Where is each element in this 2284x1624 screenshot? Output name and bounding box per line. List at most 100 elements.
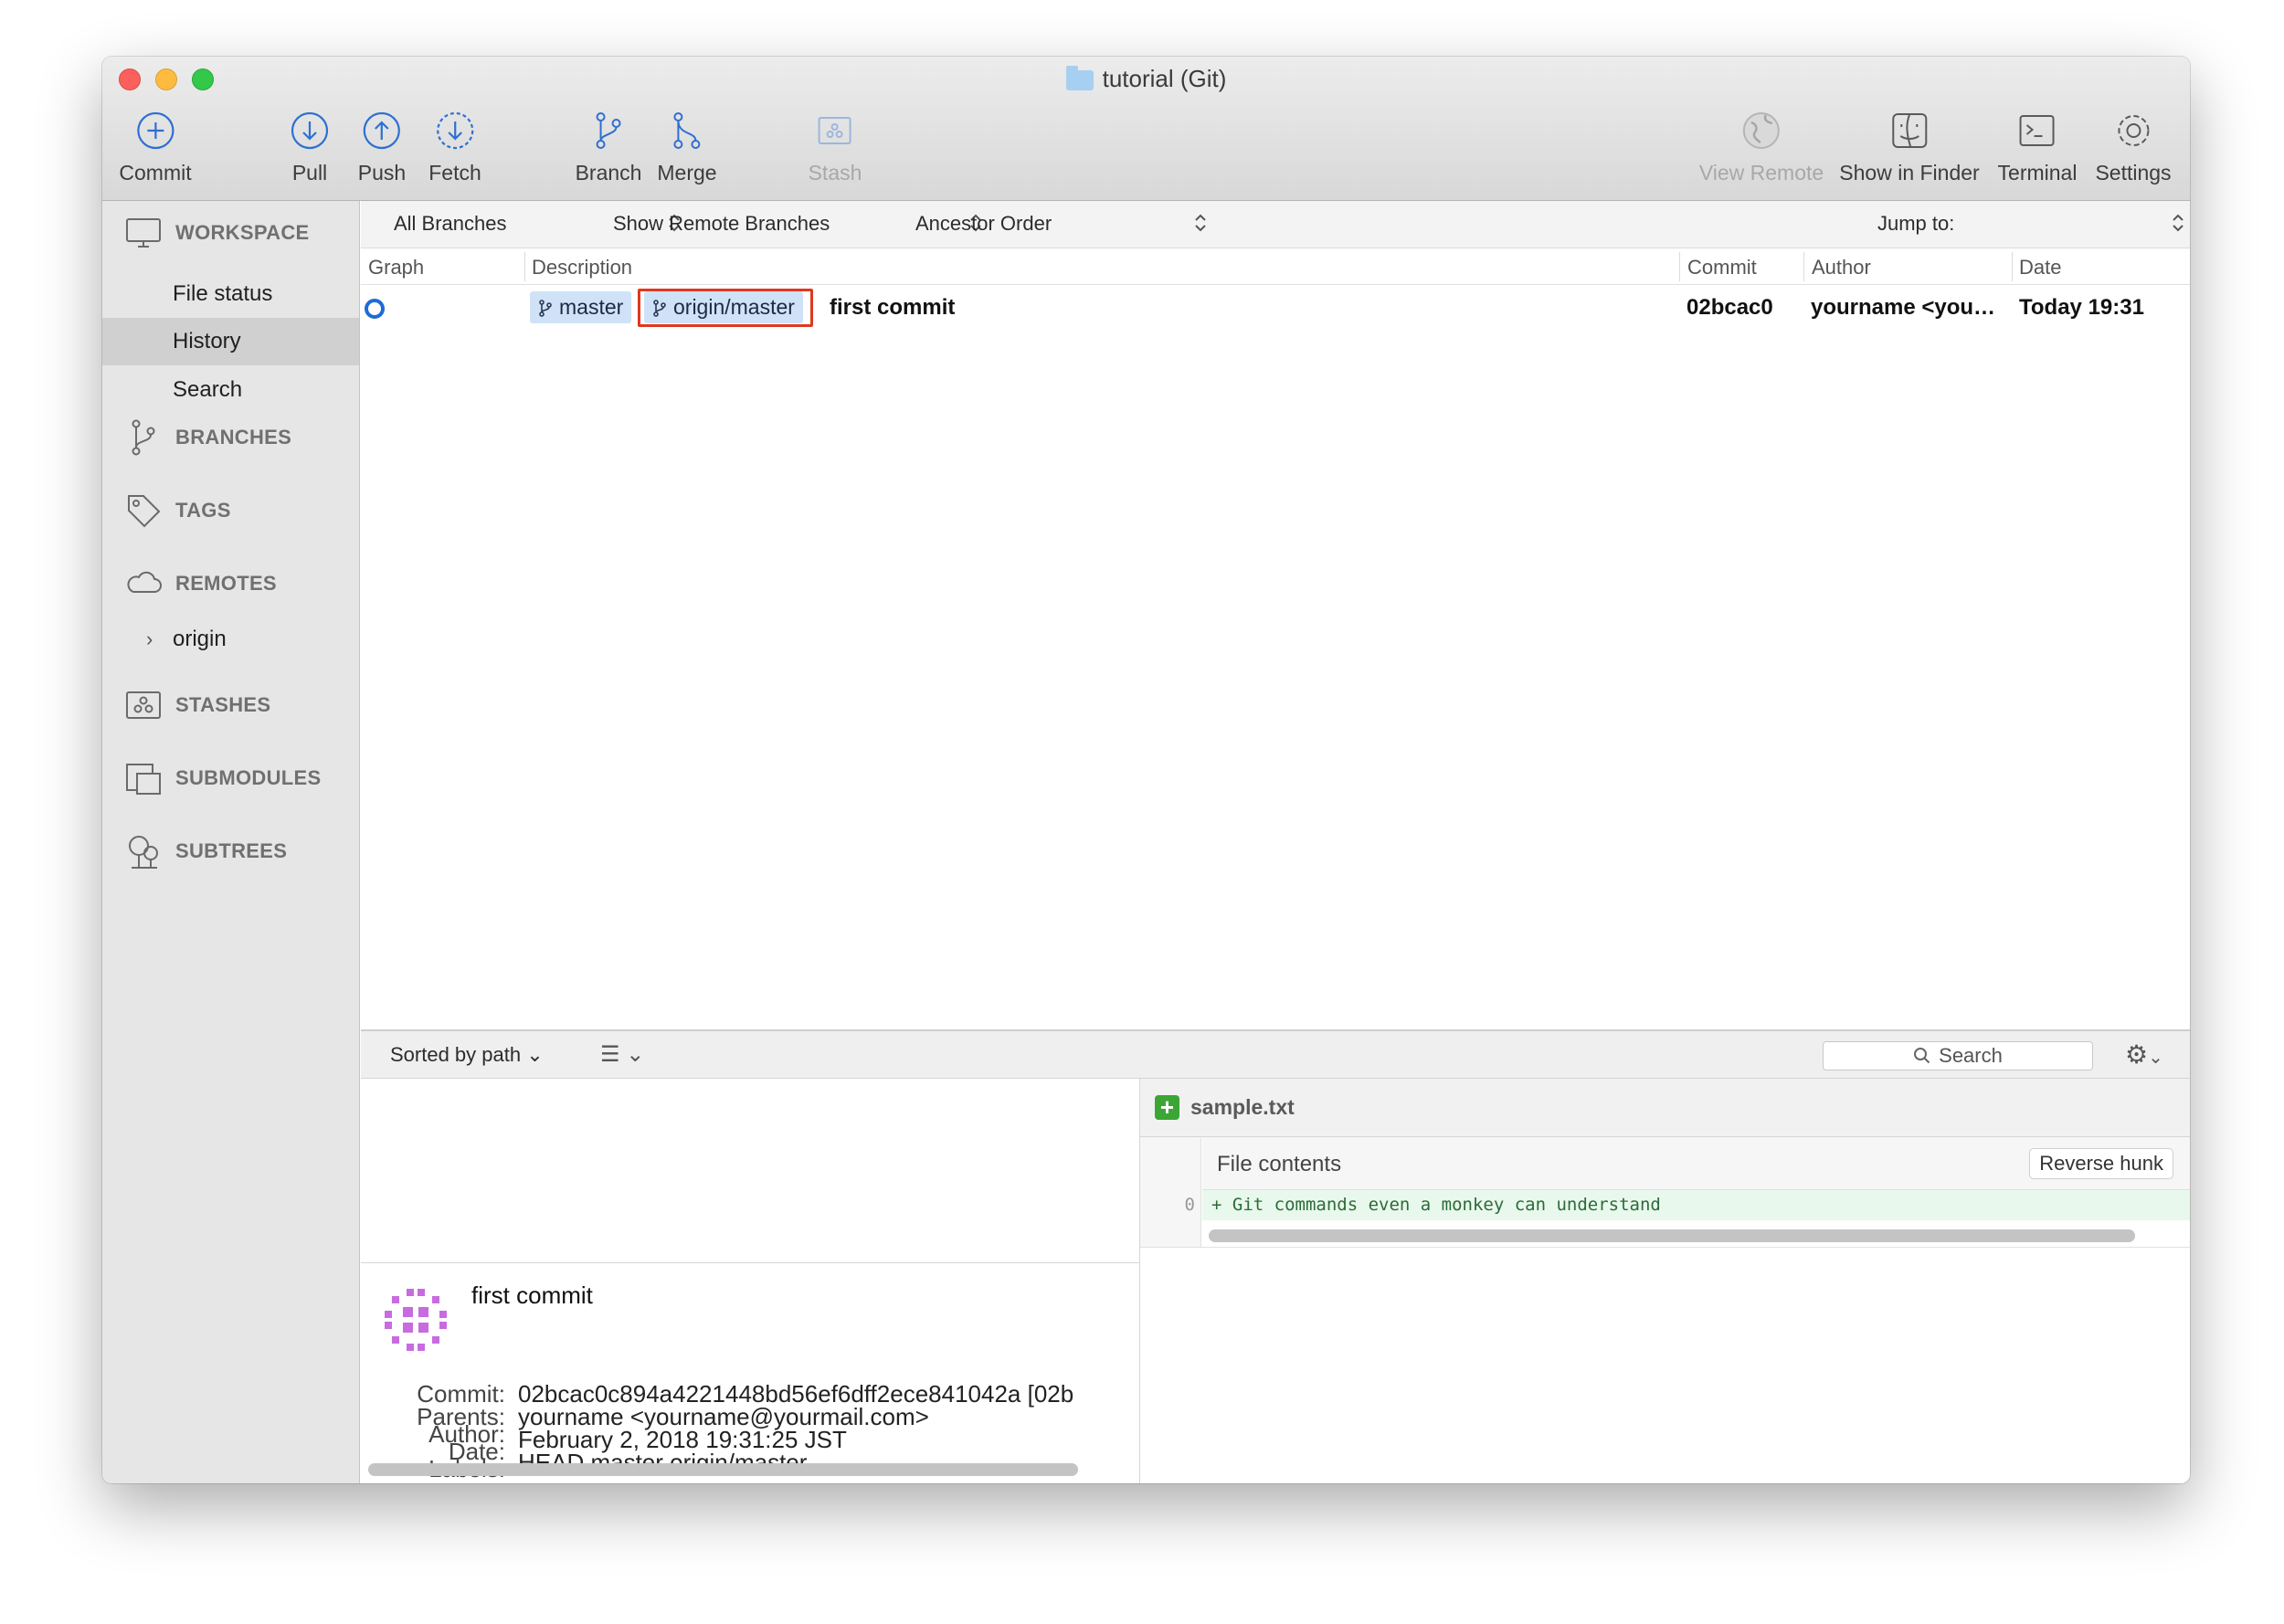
- view-remote-button[interactable]: View Remote: [1699, 108, 1824, 185]
- sidebar-item-origin[interactable]: › origin: [102, 616, 359, 663]
- branches-filter-select[interactable]: All Branches: [394, 212, 507, 236]
- history-view: All Branches Show Remote Branches Ancest…: [361, 201, 2190, 1483]
- line-number: 0: [1184, 1195, 1195, 1215]
- chevron-down-icon: ⌄: [526, 1043, 544, 1066]
- avatar: [385, 1289, 447, 1351]
- column-description[interactable]: Description: [532, 256, 632, 279]
- changed-files-list[interactable]: [361, 1079, 1139, 1263]
- sidebar-section-workspace[interactable]: WORKSPACE: [124, 214, 310, 252]
- search-icon: [1914, 1048, 1930, 1064]
- sidebar-item-search[interactable]: Search: [102, 366, 359, 414]
- column-author[interactable]: Author: [1812, 256, 1871, 279]
- globe-icon: [1743, 112, 1780, 149]
- pull-button[interactable]: Pull: [287, 108, 333, 185]
- reverse-hunk-button[interactable]: Reverse hunk: [2029, 1148, 2173, 1179]
- branch-icon: [539, 299, 552, 317]
- sidebar-section-stashes[interactable]: STASHES: [124, 686, 270, 724]
- fetch-button[interactable]: Fetch: [428, 108, 481, 185]
- sort-select[interactable]: Sorted by path ⌄: [390, 1043, 544, 1067]
- commit-node-icon: [365, 299, 385, 319]
- stash-button[interactable]: Stash: [809, 108, 862, 185]
- up-down-chevron-icon: [2173, 214, 2184, 232]
- push-button[interactable]: Push: [358, 108, 406, 185]
- column-graph[interactable]: Graph: [368, 256, 424, 279]
- finder-icon: [1891, 113, 1927, 148]
- terminal-button[interactable]: Terminal: [1998, 108, 2077, 185]
- submodule-icon: [126, 764, 161, 795]
- sidebar-item-history[interactable]: History: [102, 318, 359, 365]
- chevron-right-icon[interactable]: ›: [146, 616, 153, 663]
- added-file-icon: +: [1155, 1095, 1179, 1120]
- monitor-icon: [126, 218, 161, 248]
- branch-icon: [132, 419, 155, 456]
- column-divider: [2012, 252, 2013, 281]
- branch-icon: [597, 112, 621, 149]
- branch-tag-master[interactable]: master: [530, 291, 632, 323]
- diff-filename: sample.txt: [1190, 1095, 1295, 1119]
- commit-author: yourname <you…: [1811, 295, 1996, 320]
- settings-button[interactable]: Settings: [2095, 108, 2172, 185]
- stash-icon: [126, 691, 161, 719]
- column-divider: [524, 252, 525, 281]
- sidebar-section-branches[interactable]: BRANCHES: [124, 418, 291, 457]
- column-commit[interactable]: Commit: [1687, 256, 1757, 279]
- highlight-box: [638, 289, 813, 327]
- column-divider: [1679, 252, 1680, 281]
- remote-branches-select[interactable]: Show Remote Branches: [613, 212, 830, 236]
- window-title: tutorial (Git): [102, 65, 2190, 93]
- sidebar-section-remotes[interactable]: REMOTES: [124, 564, 277, 603]
- chevron-down-icon: ⌄: [626, 1042, 645, 1067]
- toolbar: tutorial (Git) Commit Pull Push Fetch Br…: [102, 57, 2190, 201]
- chevron-down-icon: ⌄: [2148, 1048, 2163, 1068]
- filter-bar: All Branches Show Remote Branches Ancest…: [361, 201, 2190, 248]
- commit-date: Today 19:31: [2019, 295, 2144, 320]
- show-in-finder-button[interactable]: Show in Finder: [1839, 108, 1980, 185]
- sidebar-section-subtrees[interactable]: SUBTREES: [124, 832, 287, 870]
- column-header: Graph Description Commit Author Date: [361, 248, 2190, 285]
- merge-button[interactable]: Merge: [657, 108, 717, 185]
- commit-row[interactable]: master origin/master first commit 02bcac…: [361, 285, 2190, 331]
- diff-pane: + sample.txt File contents Reverse hunk …: [1140, 1079, 2190, 1483]
- commit-button[interactable]: Commit: [119, 108, 192, 185]
- cloud-icon: [127, 571, 162, 593]
- diff-file-header: + sample.txt: [1140, 1079, 2190, 1137]
- terminal-icon: [2019, 115, 2055, 146]
- arrow-up-circle-icon: [363, 111, 401, 150]
- merge-icon: [672, 112, 700, 149]
- branch-button[interactable]: Branch: [576, 108, 641, 185]
- sidebar-section-tags[interactable]: TAGS: [124, 491, 231, 530]
- app-window: tutorial (Git) Commit Pull Push Fetch Br…: [102, 57, 2190, 1483]
- gear-icon: ⚙: [2125, 1040, 2149, 1069]
- horizontal-scrollbar[interactable]: [1209, 1229, 2135, 1242]
- hunk-title: File contents: [1217, 1152, 1342, 1176]
- horizontal-scrollbar[interactable]: [368, 1463, 1078, 1476]
- fetch-icon: [436, 111, 474, 150]
- tree-icon: [129, 836, 158, 869]
- gear-icon: [2117, 115, 2149, 146]
- gear-menu[interactable]: ⚙⌄: [2125, 1039, 2163, 1070]
- commit-message-detail: first commit: [471, 1281, 593, 1309]
- sidebar: WORKSPACE File status History Search BRA…: [102, 201, 360, 1483]
- commit-hash: 02bcac0: [1687, 295, 1773, 320]
- jump-to-select[interactable]: Jump to:: [1877, 212, 1954, 236]
- sidebar-item-file-status[interactable]: File status: [102, 270, 359, 318]
- hunk-header: File contents Reverse hunk: [1202, 1137, 2190, 1190]
- stash-icon: [818, 117, 851, 144]
- sidebar-section-submodules[interactable]: SUBMODULES: [124, 759, 321, 797]
- list-icon: ☰: [600, 1042, 620, 1067]
- up-down-chevron-icon: [1195, 214, 1206, 232]
- commit-details-pane: first commit Commit: Parents: Author: Da…: [361, 1079, 1140, 1483]
- diff-line-added[interactable]: + Git commands even a monkey can underst…: [1202, 1190, 2190, 1220]
- commit-message: first commit: [830, 295, 956, 320]
- arrow-down-circle-icon: [291, 111, 329, 150]
- list-view-menu[interactable]: ☰ ⌄: [600, 1041, 644, 1068]
- commit-info: first commit Commit: Parents: Author: Da…: [361, 1263, 1139, 1483]
- folder-icon: [1065, 65, 1094, 90]
- hunk-divider: [1140, 1247, 2190, 1248]
- plus-circle-icon: [136, 111, 174, 150]
- file-list-toolbar: Sorted by path ⌄ ☰ ⌄ Search ⚙⌄: [361, 1031, 2190, 1079]
- tag-icon: [128, 495, 161, 528]
- order-select[interactable]: Ancestor Order: [915, 212, 1052, 236]
- search-input[interactable]: Search: [1823, 1041, 2093, 1070]
- column-date[interactable]: Date: [2019, 256, 2061, 279]
